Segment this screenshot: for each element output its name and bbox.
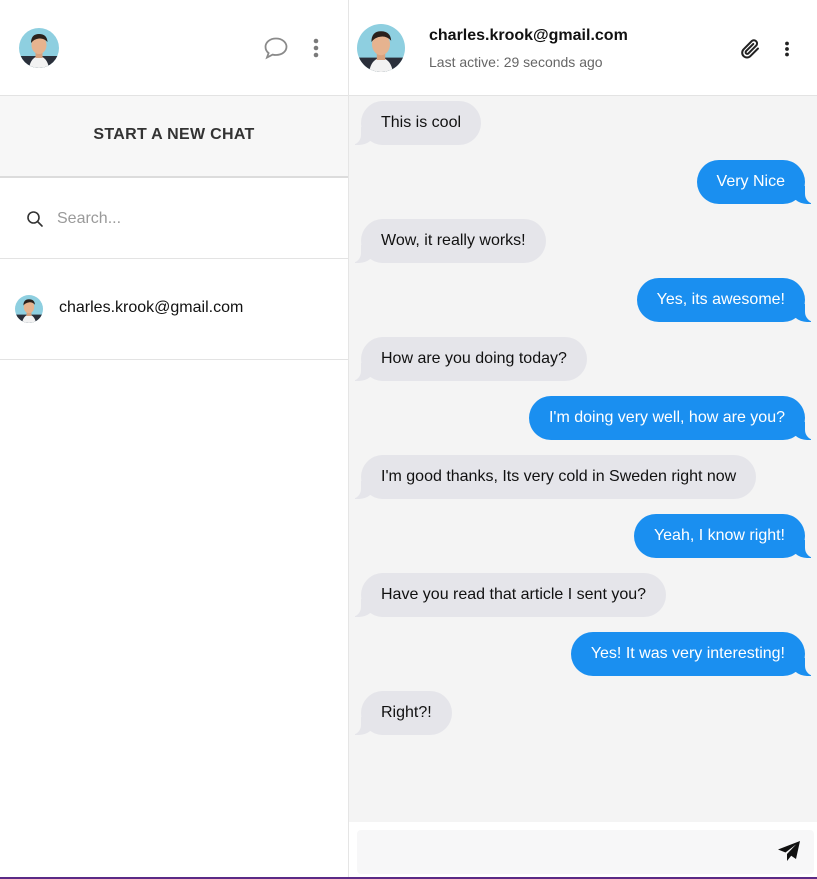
sidebar: START A NEW CHAT charles.krook@gmail.com xyxy=(0,0,349,877)
outgoing-message: Yes! It was very interesting! xyxy=(570,632,816,676)
outgoing-message: Yes, its awesome! xyxy=(636,278,816,322)
outgoing-message: Very Nice xyxy=(696,160,816,204)
contact-list-item[interactable]: charles.krook@gmail.com xyxy=(0,259,348,360)
contact-avatar xyxy=(15,295,43,323)
search-bar xyxy=(0,178,348,259)
paperclip-icon[interactable] xyxy=(738,36,764,62)
message-text: Yes, its awesome! xyxy=(656,291,785,308)
user-avatar[interactable] xyxy=(19,28,59,68)
message-text: I'm good thanks, Its very cold in Sweden… xyxy=(381,468,737,485)
message-text: How are you doing today? xyxy=(381,350,567,367)
message-text: This is cool xyxy=(381,114,462,131)
start-new-chat-label: START A NEW CHAT xyxy=(93,126,255,143)
message-text: Right?! xyxy=(381,704,432,721)
chat-panel: charles.krook@gmail.com Last active: 29 … xyxy=(349,0,817,877)
incoming-message: I'm good thanks, Its very cold in Sweden… xyxy=(350,455,757,499)
incoming-message: How are you doing today? xyxy=(351,337,587,381)
chat-header: charles.krook@gmail.com Last active: 29 … xyxy=(349,0,817,96)
last-active-status: Last active: 29 seconds ago xyxy=(429,54,603,70)
outgoing-message: I'm doing very well, how are you? xyxy=(528,396,816,440)
message-text: Very Nice xyxy=(716,173,785,190)
sidebar-header xyxy=(0,0,348,96)
message-text: Wow, it really works! xyxy=(381,232,526,249)
start-new-chat-button[interactable]: START A NEW CHAT xyxy=(0,96,348,178)
chat-contact-name: charles.krook@gmail.com xyxy=(429,27,628,44)
outgoing-message: Yeah, I know right! xyxy=(633,514,816,558)
message-input[interactable] xyxy=(357,830,814,874)
incoming-message: Wow, it really works! xyxy=(351,219,546,263)
message-text: Yeah, I know right! xyxy=(653,527,785,544)
message-list: This is cool Very Nice Wow, it really work… xyxy=(349,96,817,822)
message-text: I'm doing very well, how are you? xyxy=(548,409,785,426)
incoming-message: This is cool xyxy=(350,101,482,145)
chat-bubble-icon[interactable] xyxy=(262,35,290,61)
search-icon xyxy=(26,210,44,228)
message-text: Have you read that article I sent you? xyxy=(381,586,647,603)
send-icon[interactable] xyxy=(777,840,801,862)
message-composer xyxy=(349,822,817,877)
chat-app: START A NEW CHAT charles.krook@gmail.com… xyxy=(0,0,817,879)
incoming-message: Right?! xyxy=(351,691,452,735)
chat-contact-avatar[interactable] xyxy=(357,24,405,72)
contact-name: charles.krook@gmail.com xyxy=(59,299,244,316)
kebab-menu-icon[interactable] xyxy=(306,36,326,60)
search-input[interactable] xyxy=(57,204,327,234)
message-text: Yes! It was very interesting! xyxy=(590,645,785,662)
incoming-message: Have you read that article I sent you? xyxy=(350,573,667,617)
chat-options-icon[interactable] xyxy=(777,38,797,60)
